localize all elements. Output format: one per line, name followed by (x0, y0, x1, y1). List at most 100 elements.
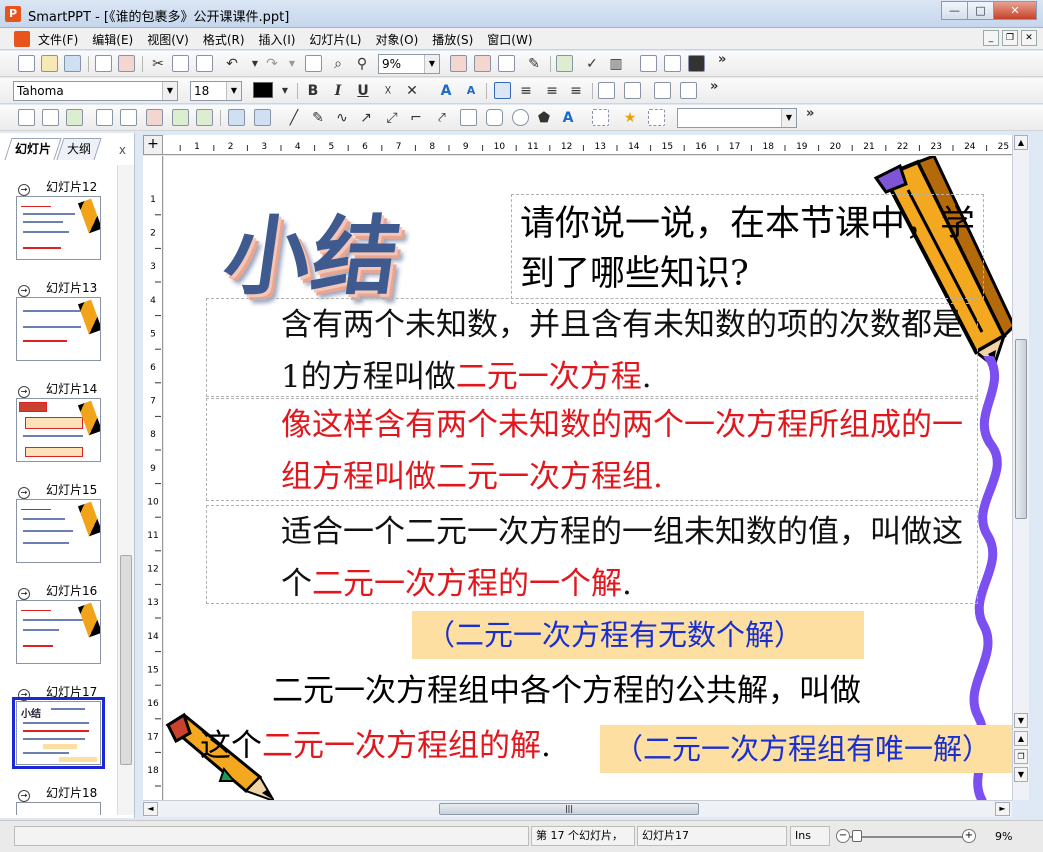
panel-scroll-thumb[interactable] (120, 555, 132, 765)
open-folder-icon[interactable] (41, 55, 58, 72)
cut-icon[interactable]: ✂ (148, 54, 168, 74)
chevron-down-icon[interactable]: ▼ (162, 82, 177, 100)
horizontal-scrollbar[interactable]: ◄ ||| ► (143, 800, 1012, 817)
numbered-list-icon[interactable] (680, 82, 697, 99)
chevron-down-icon[interactable]: ▼ (424, 55, 439, 73)
slide-thumbnail-12[interactable] (16, 196, 101, 260)
ungroup-icon[interactable] (254, 109, 271, 126)
minimize-button[interactable]: — (941, 1, 968, 20)
save-icon[interactable] (64, 55, 81, 72)
close-button[interactable]: ✕ (993, 1, 1037, 20)
text-style-icon[interactable] (450, 55, 467, 72)
zoom-combo[interactable]: 9% ▼ (378, 54, 440, 74)
new-file-icon[interactable] (18, 55, 35, 72)
copy-icon[interactable] (172, 55, 189, 72)
panel-scrollbar[interactable] (117, 165, 134, 815)
infinite-solutions-callout[interactable]: （二元一次方程有无数个解） (412, 611, 864, 659)
bold-button[interactable]: B (303, 81, 323, 101)
previous-slide-button[interactable]: ▲ (1014, 731, 1028, 746)
rounded-rect-tool-icon[interactable] (486, 109, 503, 126)
question-textbox[interactable]: 请你说一说，在本节课中，学到了哪些知识? (511, 194, 984, 304)
slide-thumbnail-15[interactable] (16, 499, 101, 563)
bullet-list-icon[interactable] (654, 82, 671, 99)
toolbar-overflow-button[interactable]: » (718, 52, 726, 67)
arrow-tool-icon[interactable]: ↗ (356, 108, 376, 128)
align-center-icon[interactable]: ≡ (516, 81, 536, 101)
insert-media-icon[interactable] (120, 109, 137, 126)
menu-edit[interactable]: 编辑(E) (92, 31, 133, 48)
zoom-slider-track[interactable] (850, 836, 968, 838)
slide-thumbnail-17[interactable]: 小结 (12, 697, 105, 769)
connector-icon[interactable]: ⤢ (382, 108, 402, 128)
insert-table-icon[interactable] (474, 55, 491, 72)
brush-icon[interactable]: ✎ (524, 54, 544, 74)
doc-restore-button[interactable]: ❐ (1002, 30, 1018, 46)
slide-size-icon[interactable] (305, 55, 322, 72)
undo-icon[interactable]: ↶ (222, 54, 242, 74)
rectangle-tool-icon[interactable] (460, 109, 477, 126)
find-icon[interactable]: ⚲ (352, 54, 372, 74)
group-icon[interactable] (228, 109, 245, 126)
vertical-scrollbar[interactable]: ▲ ▼ ▲ ❐ ▼ (1012, 135, 1029, 800)
toolbar-overflow-button[interactable]: » (710, 79, 718, 94)
font-color-swatch[interactable] (253, 82, 273, 98)
fit-slide-button[interactable]: ❐ (1014, 749, 1028, 764)
redo-dropdown-icon[interactable]: ▼ (282, 54, 302, 74)
maximize-button[interactable]: □ (967, 1, 994, 20)
menu-file[interactable]: 文件(F) (38, 31, 78, 48)
slide-thumbnail-18[interactable] (16, 802, 101, 815)
tab-slides[interactable]: 幻灯片 (4, 138, 62, 160)
definition-solution-textbox[interactable]: 适合一个二元一次方程的一组未知数的值，叫做这个二元一次方程的一个解. (206, 505, 978, 604)
shapes-icon[interactable]: ⬟ (534, 108, 554, 128)
align-left-icon[interactable] (494, 82, 511, 99)
document-icon[interactable] (14, 31, 30, 47)
slide-thumbnail-13[interactable] (16, 297, 101, 361)
horizontal-scroll-thumb[interactable]: ||| (439, 803, 699, 815)
chart-icon[interactable]: ▥ (606, 54, 626, 74)
redo-icon[interactable]: ↷ (262, 54, 282, 74)
toolbar-overflow-button[interactable]: » (806, 106, 814, 121)
chevron-down-icon[interactable]: ▼ (226, 82, 241, 100)
italic-button[interactable]: I (328, 81, 348, 101)
zoom-in-button[interactable]: + (962, 829, 976, 843)
align-right-icon[interactable]: ≡ (542, 81, 562, 101)
menu-window[interactable]: 窗口(W) (487, 31, 532, 48)
insert-frame-icon[interactable] (172, 109, 189, 126)
spell-check-icon[interactable]: ✓ (582, 54, 602, 74)
scroll-down-button[interactable]: ▼ (1014, 713, 1028, 728)
clear-format-icon[interactable]: ✕ (402, 81, 422, 101)
curved-connector-icon[interactable]: ⤤ (432, 108, 452, 128)
scroll-right-button[interactable]: ► (995, 802, 1010, 816)
menu-slide[interactable]: 幻灯片(L) (309, 31, 361, 48)
insert-grid-icon[interactable] (42, 109, 59, 126)
curve-tool-icon[interactable]: ∿ (332, 108, 352, 128)
scroll-up-button[interactable]: ▲ (1014, 135, 1028, 150)
font-size-combo[interactable]: 18 ▼ (190, 81, 242, 101)
menu-object[interactable]: 对象(O) (375, 31, 418, 48)
decrease-indent-icon[interactable] (598, 82, 615, 99)
definition-linear-equation-textbox[interactable]: 含有两个未知数，并且含有未知数的项的次数都是1的方程叫做二元一次方程. (206, 298, 978, 397)
star-icon[interactable]: ★ (620, 108, 640, 128)
elbow-connector-icon[interactable]: ⌐ (406, 108, 426, 128)
list-icon[interactable] (498, 55, 515, 72)
definition-equation-system-textbox[interactable]: 像这样含有两个未知数的两个一次方程所组成的一组方程叫做二元一次方程组. (206, 398, 978, 501)
menu-play[interactable]: 播放(S) (432, 31, 473, 48)
shrink-font-icon[interactable]: A (461, 81, 481, 101)
paragraph-mark-icon[interactable] (556, 55, 573, 72)
grow-font-icon[interactable]: A (436, 81, 456, 101)
menu-insert[interactable]: 插入(I) (259, 31, 296, 48)
panel-close-icon[interactable]: x (119, 143, 126, 157)
ellipse-tool-icon[interactable] (512, 109, 529, 126)
unique-solution-callout[interactable]: （二元一次方程组有唯一解） (600, 725, 1012, 773)
vertical-scroll-thumb[interactable] (1015, 339, 1027, 519)
pdf-export-icon[interactable] (118, 55, 135, 72)
line-tool-icon[interactable]: ╱ (284, 108, 304, 128)
align-objects-icon[interactable] (592, 109, 609, 126)
print-icon[interactable] (95, 55, 112, 72)
object-style-combo[interactable]: ▼ (677, 108, 797, 128)
zoom-tool-icon[interactable]: ⌕ (328, 54, 348, 74)
menu-format[interactable]: 格式(R) (203, 31, 245, 48)
doc-close-button[interactable]: ✕ (1021, 30, 1037, 46)
doc-minimize-button[interactable]: _ (983, 30, 999, 46)
underline-button[interactable]: U (353, 81, 373, 101)
